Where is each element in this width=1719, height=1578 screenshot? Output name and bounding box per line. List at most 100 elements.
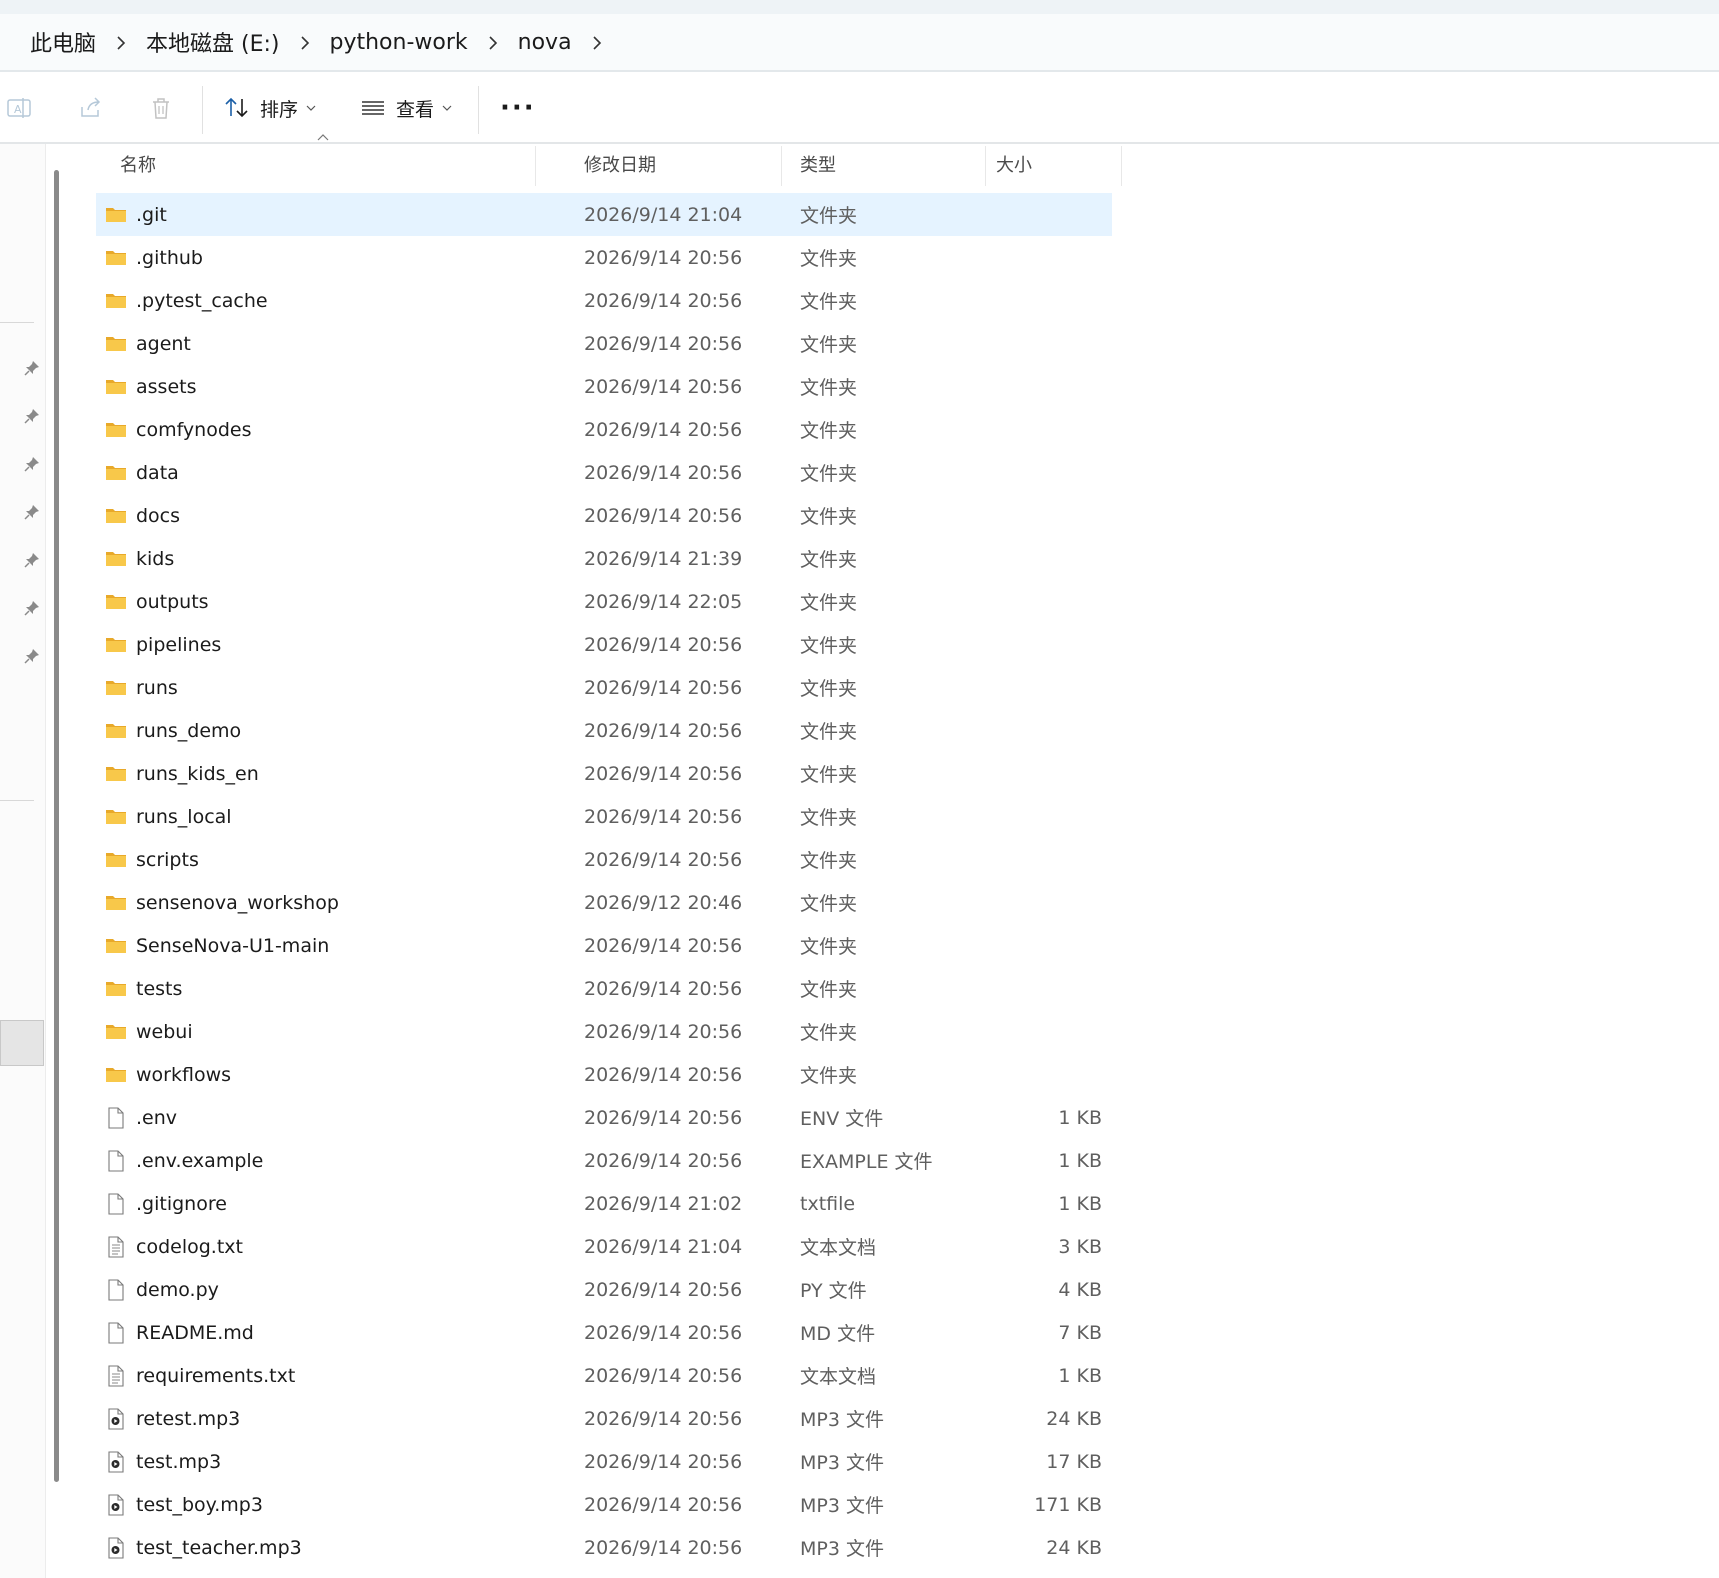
file-row[interactable]: .gitignore 2026/9/14 21:02 txtfile 1 KB	[96, 1182, 1112, 1225]
file-name: .env	[136, 1106, 178, 1129]
nav-scrollbar[interactable]	[54, 170, 59, 1482]
breadcrumb-item-python-work[interactable]: python-work	[330, 30, 468, 55]
chevron-right-icon[interactable]	[280, 30, 330, 55]
delete-button[interactable]	[148, 90, 174, 126]
file-name: requirements.txt	[136, 1364, 296, 1387]
breadcrumb-item-drive-e[interactable]: 本地磁盘 (E:)	[146, 26, 279, 58]
file-date: 2026/9/14 20:56	[584, 289, 743, 312]
file-row[interactable]: .pytest_cache 2026/9/14 20:56 文件夹	[96, 279, 1112, 322]
file-row[interactable]: test.mp3 2026/9/14 20:56 MP3 文件 17 KB	[96, 1440, 1112, 1483]
file-row[interactable]: pipelines 2026/9/14 20:56 文件夹	[96, 623, 1112, 666]
column-header-size[interactable]: 大小	[986, 146, 1122, 186]
pin-icon[interactable]	[24, 360, 40, 376]
file-type: 文件夹	[800, 377, 858, 399]
file-row[interactable]: data 2026/9/14 20:56 文件夹	[96, 451, 1112, 494]
file-row[interactable]: .env.example 2026/9/14 20:56 EXAMPLE 文件 1 K…	[96, 1139, 1112, 1182]
file-date: 2026/9/14 20:56	[584, 1063, 743, 1086]
sort-button[interactable]: 排序	[224, 90, 316, 126]
file-date: 2026/9/14 20:56	[584, 1536, 743, 1559]
folder-icon	[104, 203, 128, 227]
file-row[interactable]: sensenova_workshop 2026/9/12 20:46 文件夹	[96, 881, 1112, 924]
file-date: 2026/9/14 20:56	[584, 375, 743, 398]
file-date: 2026/9/14 20:56	[584, 1321, 743, 1344]
file-name-cell: sensenova_workshop	[96, 891, 536, 915]
pin-icon[interactable]	[24, 504, 40, 520]
pin-icon[interactable]	[24, 456, 40, 472]
file-row[interactable]: tests 2026/9/14 20:56 文件夹	[96, 967, 1112, 1010]
file-icon	[104, 1192, 128, 1216]
file-row[interactable]: agent 2026/9/14 20:56 文件夹	[96, 322, 1112, 365]
file-name-cell: docs	[96, 504, 536, 528]
file-date: 2026/9/14 20:56	[584, 1278, 743, 1301]
file-name-cell: test.mp3	[96, 1450, 536, 1474]
file-date: 2026/9/14 21:02	[584, 1192, 743, 1215]
file-row[interactable]: codelog.txt 2026/9/14 21:04 文本文档 3 KB	[96, 1225, 1112, 1268]
file-row[interactable]: .github 2026/9/14 20:56 文件夹	[96, 236, 1112, 279]
file-date: 2026/9/14 20:56	[584, 719, 743, 742]
more-options-button[interactable]: ···	[500, 90, 536, 126]
column-header-name[interactable]: 名称	[96, 134, 536, 186]
file-type: 文件夹	[800, 205, 858, 227]
view-button[interactable]: 查看	[360, 90, 452, 126]
file-name: .env.example	[136, 1149, 264, 1172]
file-row[interactable]: .git 2026/9/14 21:04 文件夹	[96, 193, 1112, 236]
chevron-right-icon[interactable]	[96, 30, 146, 55]
file-row[interactable]: retest.mp3 2026/9/14 20:56 MP3 文件 24 KB	[96, 1397, 1112, 1440]
file-row[interactable]: requirements.txt 2026/9/14 20:56 文本文档 1 KB	[96, 1354, 1112, 1397]
file-row[interactable]: docs 2026/9/14 20:56 文件夹	[96, 494, 1112, 537]
file-row[interactable]: workflows 2026/9/14 20:56 文件夹	[96, 1053, 1112, 1096]
chevron-right-icon[interactable]	[572, 30, 622, 55]
file-type: 文件夹	[800, 334, 858, 356]
breadcrumb-item-nova[interactable]: nova	[518, 30, 572, 55]
file-date: 2026/9/14 20:56	[584, 848, 743, 871]
file-row[interactable]: comfynodes 2026/9/14 20:56 文件夹	[96, 408, 1112, 451]
file-row[interactable]: runs 2026/9/14 20:56 文件夹	[96, 666, 1112, 709]
file-row[interactable]: runs_local 2026/9/14 20:56 文件夹	[96, 795, 1112, 838]
file-name: runs_local	[136, 805, 232, 828]
file-row[interactable]: README.md 2026/9/14 20:56 MD 文件 7 KB	[96, 1311, 1112, 1354]
pin-icon[interactable]	[24, 648, 40, 664]
file-name: .pytest_cache	[136, 289, 268, 312]
file-row[interactable]: kids 2026/9/14 21:39 文件夹	[96, 537, 1112, 580]
file-type: 文本文档	[800, 1366, 877, 1388]
file-size: 4 KB	[1058, 1278, 1102, 1301]
folder-icon	[104, 461, 128, 485]
file-row[interactable]: test_teacher.mp3 2026/9/14 20:56 MP3 文件 24 …	[96, 1526, 1112, 1569]
file-row[interactable]: runs_demo 2026/9/14 20:56 文件夹	[96, 709, 1112, 752]
file-row[interactable]: outputs 2026/9/14 22:05 文件夹	[96, 580, 1112, 623]
file-name-cell: agent	[96, 332, 536, 356]
nav-item-selected[interactable]	[0, 1020, 44, 1066]
column-header-type[interactable]: 类型	[782, 146, 986, 186]
file-name: .github	[136, 246, 203, 269]
folder-icon	[104, 719, 128, 743]
file-type: 文件夹	[800, 807, 858, 829]
folder-icon	[104, 375, 128, 399]
file-type: 文件夹	[800, 420, 858, 442]
file-row[interactable]: webui 2026/9/14 20:56 文件夹	[96, 1010, 1112, 1053]
chevron-right-icon[interactable]	[468, 30, 518, 55]
share-button[interactable]	[78, 90, 104, 126]
file-date: 2026/9/14 20:56	[584, 1364, 743, 1387]
file-row[interactable]: SenseNova-U1-main 2026/9/14 20:56 文件夹	[96, 924, 1112, 967]
file-row[interactable]: assets 2026/9/14 20:56 文件夹	[96, 365, 1112, 408]
file-row[interactable]: test_boy.mp3 2026/9/14 20:56 MP3 文件 171 KB	[96, 1483, 1112, 1526]
file-name: test_teacher.mp3	[136, 1536, 302, 1559]
list-view-icon	[362, 101, 384, 115]
address-bar[interactable]: 此电脑 本地磁盘 (E:) python-work nova	[0, 0, 1719, 72]
file-type: PY 文件	[800, 1280, 867, 1302]
pin-icon[interactable]	[24, 600, 40, 616]
file-name-cell: runs_kids_en	[96, 762, 536, 786]
file-row[interactable]: .env 2026/9/14 20:56 ENV 文件 1 KB	[96, 1096, 1112, 1139]
file-row[interactable]: scripts 2026/9/14 20:56 文件夹	[96, 838, 1112, 881]
rename-button[interactable]: A	[6, 90, 32, 126]
file-row[interactable]: demo.py 2026/9/14 20:56 PY 文件 4 KB	[96, 1268, 1112, 1311]
sort-label: 排序	[260, 98, 299, 121]
navigation-pane[interactable]	[0, 144, 46, 1578]
column-header-date[interactable]: 修改日期	[536, 146, 782, 186]
file-type: 文件夹	[800, 678, 858, 700]
trash-icon	[153, 98, 169, 119]
pin-icon[interactable]	[24, 552, 40, 568]
pin-icon[interactable]	[24, 408, 40, 424]
file-row[interactable]: runs_kids_en 2026/9/14 20:56 文件夹	[96, 752, 1112, 795]
breadcrumb-item-this-pc[interactable]: 此电脑	[30, 26, 96, 58]
